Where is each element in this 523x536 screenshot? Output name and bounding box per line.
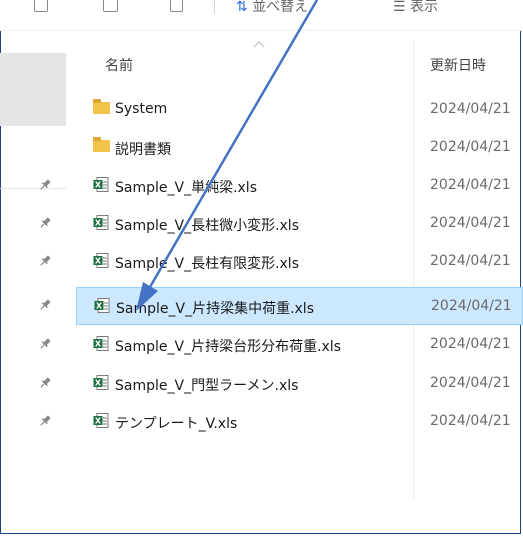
- svg-text:X: X: [95, 378, 102, 387]
- excel-file-icon: X: [93, 336, 109, 356]
- file-name: Sample_V_長柱有限変形.xls: [115, 256, 299, 272]
- sort-button[interactable]: ⇅ 並べ替え: [236, 0, 308, 16]
- folder-row[interactable]: System 2024/04/21: [76, 91, 523, 129]
- command-bar: ⇅ 並べ替え ☰ 表示: [0, 0, 523, 31]
- pin-icon[interactable]: [38, 254, 52, 268]
- excel-file-icon: X: [94, 298, 110, 318]
- file-name: Sample_V_片持梁集中荷重.xls: [116, 301, 314, 317]
- modified-date: 2024/04/21: [430, 336, 511, 352]
- pin-icon[interactable]: [38, 337, 52, 351]
- name-column-header[interactable]: 名前: [105, 55, 133, 75]
- view-icon: ☰: [393, 0, 406, 15]
- nav-selected-item[interactable]: [0, 53, 66, 126]
- file-row[interactable]: X Sample_V_長柱有限変形.xls 2024/04/21: [76, 243, 523, 281]
- folder-icon: [93, 99, 110, 114]
- sort-label: 並べ替え: [252, 0, 309, 15]
- view-button[interactable]: ☰ 表示: [393, 0, 438, 16]
- modified-date: 2024/04/21: [430, 375, 511, 391]
- pin-icon[interactable]: [38, 216, 52, 230]
- file-name: Sample_V_長柱微小変形.xls: [115, 218, 299, 234]
- excel-file-icon: X: [93, 177, 109, 197]
- copy-icon[interactable]: [34, 0, 53, 12]
- file-name: Sample_V_門型ラーメン.xls: [115, 378, 299, 394]
- excel-file-icon: X: [93, 253, 109, 273]
- pin-icon[interactable]: [38, 414, 52, 428]
- excel-file-icon: X: [93, 375, 109, 395]
- folder-row[interactable]: 説明書類 2024/04/21: [76, 129, 523, 167]
- file-name: テンプレート_V.xls: [115, 416, 238, 432]
- svg-text:X: X: [95, 180, 102, 189]
- file-row[interactable]: X Sample_V_長柱微小変形.xls 2024/04/21: [76, 205, 523, 243]
- svg-text:X: X: [95, 339, 102, 348]
- file-name: Sample_V_単純梁.xls: [115, 180, 257, 196]
- file-name: System: [115, 101, 168, 117]
- folder-icon: [93, 137, 110, 152]
- file-name: Sample_V_片持梁台形分布荷重.xls: [115, 339, 341, 355]
- navigation-pane: [0, 30, 76, 534]
- file-row[interactable]: X Sample_V_片持梁台形分布荷重.xls 2024/04/21: [76, 326, 523, 364]
- svg-text:X: X: [95, 218, 102, 227]
- file-row[interactable]: X Sample_V_門型ラーメン.xls 2024/04/21: [76, 365, 523, 403]
- excel-file-icon: X: [93, 215, 109, 235]
- view-label: 表示: [410, 0, 439, 15]
- svg-text:X: X: [96, 301, 103, 310]
- modified-date: 2024/04/21: [430, 413, 511, 429]
- sort-ascending-icon: [253, 41, 265, 48]
- svg-text:X: X: [95, 256, 102, 265]
- modified-date: 2024/04/21: [430, 177, 511, 193]
- modified-date: 2024/04/21: [430, 253, 511, 269]
- pin-icon[interactable]: [38, 376, 52, 390]
- modified-date: 2024/04/21: [430, 101, 511, 117]
- delete-icon[interactable]: [170, 0, 188, 12]
- date-column-header[interactable]: 更新日時: [430, 55, 486, 75]
- toolbar-divider: [214, 0, 215, 14]
- nav-divider: [0, 188, 66, 189]
- pin-icon[interactable]: [38, 178, 52, 192]
- excel-file-icon: X: [93, 413, 109, 433]
- sort-icon: ⇅: [236, 0, 248, 15]
- modified-date: 2024/04/21: [430, 215, 511, 231]
- share-icon[interactable]: [103, 0, 123, 12]
- svg-text:X: X: [95, 416, 102, 425]
- modified-date: 2024/04/21: [430, 139, 511, 155]
- file-row[interactable]: X Sample_V_単純梁.xls 2024/04/21: [76, 167, 523, 205]
- pin-icon[interactable]: [38, 298, 52, 312]
- modified-date: 2024/04/21: [431, 298, 512, 314]
- file-row[interactable]: X Sample_V_片持梁集中荷重.xls 2024/04/21: [76, 287, 523, 325]
- file-name: 説明書類: [115, 142, 171, 158]
- file-row[interactable]: X テンプレート_V.xls 2024/04/21: [76, 403, 523, 441]
